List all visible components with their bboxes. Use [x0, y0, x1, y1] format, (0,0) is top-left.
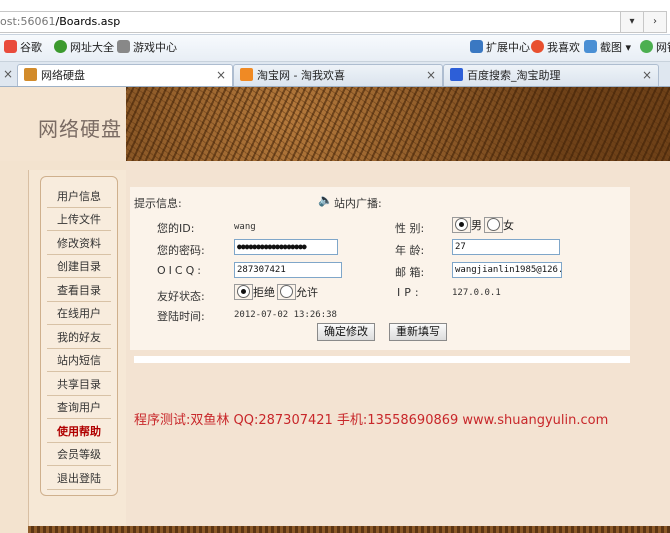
favorites-bar: 谷歌 网址大全 游戏中心 扩展中心 我喜欢 截图 ▾ 网银	[0, 35, 670, 62]
age-field[interactable]: 27	[452, 239, 560, 255]
oicq-label: OICQ:	[157, 264, 204, 277]
favorite-label: 截图	[600, 41, 622, 54]
favorite-label: 网银	[656, 41, 670, 54]
browser-address-area: ost:56061/Boards.asp ▾ ›	[0, 0, 670, 35]
google-icon	[4, 40, 17, 53]
ip-label: IP:	[397, 286, 423, 299]
gamepad-icon	[117, 40, 130, 53]
site-logo: 网络硬盘	[38, 117, 122, 141]
favorite-bank[interactable]: 网银	[640, 40, 670, 56]
tab-baidu[interactable]: 百度搜索_淘宝助理 ×	[443, 64, 659, 86]
taobao-icon	[240, 68, 253, 81]
sidebar-item-edit-profile[interactable]: 修改资料	[47, 234, 111, 255]
tab-taobao[interactable]: 淘宝网 - 淘我欢喜 ×	[233, 64, 443, 86]
friend-allow-option[interactable]	[277, 284, 296, 300]
speaker-icon: 🔈	[318, 193, 333, 207]
confirm-edit-button[interactable]: 确定修改	[317, 323, 375, 341]
gender-male-label: 男	[471, 219, 482, 232]
sidebar-item-online-users[interactable]: 在线用户	[47, 304, 111, 325]
friend-reject-label: 拒绝	[253, 286, 275, 299]
favorite-game-center[interactable]: 游戏中心	[117, 40, 177, 56]
password-label: 您的密码:	[157, 244, 205, 257]
favorite-label: 我喜欢	[547, 41, 580, 54]
baidu-icon	[450, 68, 463, 81]
sidebar-item-logout[interactable]: 退出登陆	[47, 469, 111, 490]
bank-icon	[640, 40, 653, 53]
id-label: 您的ID:	[157, 222, 195, 235]
tab-label: 百度搜索_淘宝助理	[467, 69, 561, 82]
divider	[134, 356, 630, 363]
password-field[interactable]: ●●●●●●●●●●●●●●●●●●	[234, 239, 338, 255]
gender-female-label: 女	[503, 219, 514, 232]
favorite-screenshot[interactable]: 截图 ▾	[584, 40, 631, 56]
friend-reject-option[interactable]	[234, 284, 253, 300]
tab-bar: × 网络硬盘 × 淘宝网 - 淘我欢喜 × 百度搜索_淘宝助理 ×	[0, 62, 670, 87]
broadcast-label: 站内广播:	[334, 197, 382, 210]
friend-status-group: 拒绝 允许	[234, 284, 318, 300]
favorite-label: 谷歌	[20, 41, 42, 54]
sidebar-item-search-users[interactable]: 查询用户	[47, 398, 111, 419]
close-icon[interactable]: ×	[642, 65, 652, 86]
id-value: wang	[234, 222, 256, 232]
tab-network-disk[interactable]: 网络硬盘 ×	[17, 64, 233, 86]
ip-value: 127.0.0.1	[452, 288, 501, 298]
gender-group: 男女	[452, 217, 514, 233]
radio-selected-icon	[237, 285, 250, 298]
favorite-my-likes[interactable]: 我喜欢	[531, 40, 580, 56]
chevron-down-icon: ▾	[625, 41, 632, 54]
radio-selected-icon	[455, 218, 468, 231]
friend-allow-label: 允许	[296, 286, 318, 299]
sidebar-item-help[interactable]: 使用帮助	[47, 422, 111, 443]
sidebar-item-view-folder[interactable]: 查看目录	[47, 281, 111, 302]
address-bar[interactable]: ost:56061/Boards.asp	[0, 11, 621, 33]
email-label: 邮 箱:	[395, 266, 425, 279]
sidebar-item-shared-folder[interactable]: 共享目录	[47, 375, 111, 396]
age-label: 年 龄:	[395, 244, 425, 257]
email-field[interactable]: wangjianlin1985@126.c	[452, 262, 562, 278]
close-icon[interactable]: ×	[3, 67, 13, 81]
address-dropdown-icon[interactable]: ▾	[620, 11, 644, 33]
sidebar-item-create-folder[interactable]: 创建目录	[47, 257, 111, 278]
sidebar-item-upload[interactable]: 上传文件	[47, 210, 111, 231]
screenshot-icon	[584, 40, 597, 53]
gender-label: 性 别:	[395, 222, 425, 235]
sidebar-menu: 用户信息 上传文件 修改资料 创建目录 查看目录 在线用户 我的好友 站内短信 …	[40, 176, 118, 496]
close-icon[interactable]: ×	[426, 65, 436, 86]
extension-icon	[470, 40, 483, 53]
radio-icon	[487, 218, 500, 231]
sidebar-item-my-friends[interactable]: 我的好友	[47, 328, 111, 349]
login-time-label: 登陆时间:	[157, 310, 205, 323]
favorite-url-directory[interactable]: 网址大全	[54, 40, 114, 56]
tab-label: 网络硬盘	[41, 69, 85, 82]
reset-button[interactable]: 重新填写	[389, 323, 447, 341]
tab-label: 淘宝网 - 淘我欢喜	[257, 69, 345, 82]
footer-band	[28, 526, 670, 533]
sidebar-item-user-info[interactable]: 用户信息	[47, 187, 111, 208]
url-directory-icon	[54, 40, 67, 53]
gender-female-option[interactable]	[484, 217, 503, 233]
radio-icon	[280, 285, 293, 298]
credit-line: 程序测试:双鱼林 QQ:287307421 手机:13558690869 www…	[134, 413, 609, 428]
address-host: ost:56061	[0, 15, 56, 28]
favorite-label: 网址大全	[70, 41, 114, 54]
refresh-icon[interactable]: ›	[643, 11, 667, 33]
favorite-label: 游戏中心	[133, 41, 177, 54]
favorite-google[interactable]: 谷歌	[4, 40, 42, 56]
address-path: /Boards.asp	[55, 15, 121, 28]
login-time-value: 2012-07-02 13:26:38	[234, 310, 337, 320]
sidebar-item-messages[interactable]: 站内短信	[47, 351, 111, 372]
oicq-field[interactable]: 287307421	[234, 262, 342, 278]
favorite-extension-center[interactable]: 扩展中心	[470, 40, 530, 56]
hint-label: 提示信息:	[134, 197, 182, 210]
favorite-label: 扩展中心	[486, 41, 530, 54]
page-icon	[24, 68, 37, 81]
gender-male-option[interactable]	[452, 217, 471, 233]
heart-icon	[531, 40, 544, 53]
header-banner	[126, 87, 670, 161]
sidebar-item-member-level[interactable]: 会员等级	[47, 445, 111, 466]
friend-status-label: 友好状态:	[157, 290, 205, 303]
close-icon[interactable]: ×	[216, 65, 226, 86]
